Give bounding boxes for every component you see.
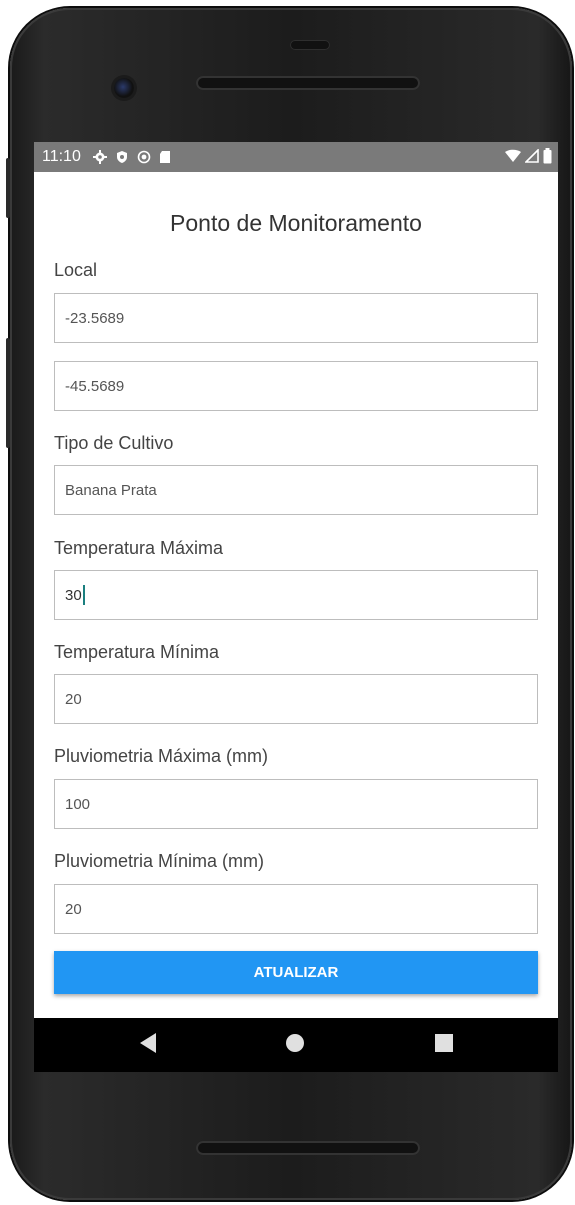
temp-max-label: Temperatura Máxima bbox=[54, 538, 224, 558]
rain-max-input[interactable]: 100 bbox=[54, 779, 538, 829]
circle-record-icon bbox=[137, 150, 151, 164]
temp-min-label: Temperatura Mínima bbox=[54, 642, 220, 662]
gear-icon bbox=[92, 150, 107, 164]
crop-type-value: Banana Prata bbox=[65, 481, 157, 499]
temp-min-value: 20 bbox=[65, 690, 82, 708]
phone-screen: 11:10 Ponto de Monitoramento Local -23.5… bbox=[34, 142, 558, 1072]
rain-min-value: 20 bbox=[65, 900, 82, 918]
latitude-value: -23.5689 bbox=[65, 309, 125, 327]
signal-icon bbox=[525, 149, 539, 163]
bottom-speaker bbox=[196, 1141, 420, 1155]
text-cursor bbox=[82, 585, 85, 605]
longitude-input[interactable]: -45.5689 bbox=[54, 361, 538, 411]
crop-type-input[interactable]: Banana Prata bbox=[54, 465, 538, 515]
page-title: Ponto de Monitoramento bbox=[170, 210, 422, 236]
rain-min-label: Pluviometria Mínima (mm) bbox=[54, 851, 265, 871]
rain-min-input[interactable]: 20 bbox=[54, 884, 538, 934]
home-circle-icon[interactable] bbox=[285, 1033, 305, 1053]
temp-min-input[interactable]: 20 bbox=[54, 674, 538, 724]
back-triangle-icon[interactable] bbox=[138, 1032, 158, 1054]
rain-max-label: Pluviometria Máxima (mm) bbox=[54, 746, 269, 766]
longitude-value: -45.5689 bbox=[65, 377, 125, 395]
latitude-input[interactable]: -23.5689 bbox=[54, 293, 538, 343]
wifi-icon bbox=[505, 149, 521, 162]
temp-max-value: 30 bbox=[65, 586, 82, 604]
rain-max-value: 100 bbox=[65, 795, 91, 813]
crop-type-label: Tipo de Cultivo bbox=[54, 433, 174, 453]
sd-card-icon bbox=[159, 151, 170, 163]
local-label: Local bbox=[54, 260, 98, 280]
volume-button bbox=[6, 338, 10, 448]
earpiece-speaker bbox=[196, 76, 420, 90]
update-button[interactable]: ATUALIZAR bbox=[54, 951, 538, 994]
power-button bbox=[6, 158, 10, 218]
status-time: 11:10 bbox=[42, 148, 81, 165]
temp-max-input[interactable]: 30 bbox=[54, 570, 538, 620]
shield-icon bbox=[116, 151, 127, 163]
battery-icon bbox=[543, 148, 552, 164]
app-content: Ponto de Monitoramento Local -23.5689 -4… bbox=[34, 172, 558, 1018]
navigation-bar bbox=[34, 1018, 558, 1072]
recents-square-icon[interactable] bbox=[434, 1033, 454, 1053]
proximity-sensor bbox=[290, 40, 330, 50]
front-camera-icon bbox=[114, 78, 134, 98]
status-bar: 11:10 bbox=[34, 142, 558, 172]
